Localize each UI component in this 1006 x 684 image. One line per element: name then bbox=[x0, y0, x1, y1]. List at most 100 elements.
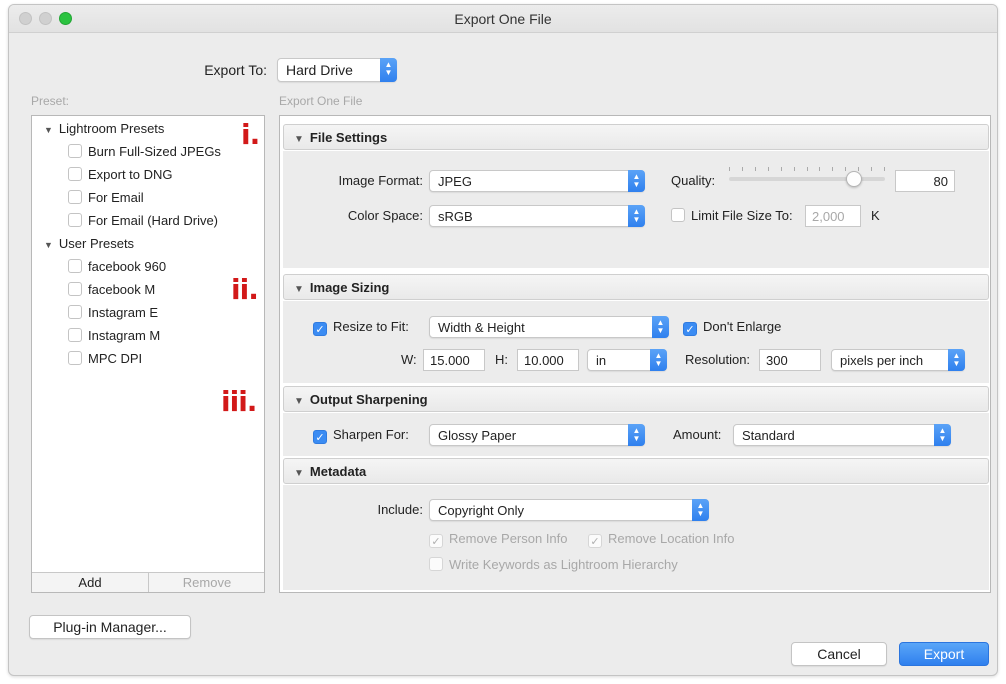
output-sharpening-header[interactable]: ▼ Output Sharpening bbox=[283, 386, 989, 412]
checkbox[interactable] bbox=[68, 167, 82, 181]
image-sizing-body: ✓ Resize to Fit: Width & Height ▲ ▼ ✓ Don't… bbox=[283, 301, 989, 383]
height-label: H: bbox=[495, 352, 508, 367]
slider-thumb[interactable] bbox=[846, 171, 862, 187]
window-title: Export One File bbox=[454, 11, 552, 27]
preset-heading: Preset: bbox=[31, 94, 70, 108]
annotation-iii: iii. bbox=[221, 385, 257, 418]
checkmark-icon[interactable]: ✓ bbox=[313, 322, 327, 336]
checkbox[interactable] bbox=[68, 190, 82, 204]
preset-item[interactable]: Burn Full-Sized JPEGs bbox=[68, 144, 221, 159]
resolution-label: Resolution: bbox=[685, 352, 751, 367]
slider-tick bbox=[742, 167, 743, 171]
dont-enlarge-checkbox[interactable]: ✓ Don't Enlarge bbox=[683, 319, 781, 336]
export-to-label: Export To: bbox=[204, 62, 267, 78]
checkbox[interactable] bbox=[671, 208, 685, 222]
checkmark-icon[interactable]: ✓ bbox=[588, 534, 602, 548]
write-keywords-checkbox[interactable]: Write Keywords as Lightroom Hierarchy bbox=[429, 557, 678, 572]
quality-field[interactable]: 80 bbox=[895, 170, 955, 192]
cancel-button[interactable]: Cancel bbox=[791, 642, 887, 666]
checkbox[interactable] bbox=[68, 328, 82, 342]
limit-unit-label: K bbox=[871, 208, 880, 223]
checkmark-icon[interactable]: ✓ bbox=[683, 322, 697, 336]
height-field[interactable]: 10.000 bbox=[517, 349, 579, 371]
preset-item[interactable]: Instagram E bbox=[68, 305, 158, 320]
add-preset-button[interactable]: Add bbox=[32, 573, 149, 592]
disclosure-triangle-icon: ▼ bbox=[294, 284, 304, 295]
amount-label: Amount: bbox=[673, 427, 722, 442]
file-settings-header[interactable]: ▼ File Settings bbox=[283, 124, 989, 150]
preset-item[interactable]: For Email (Hard Drive) bbox=[68, 213, 218, 228]
sharpen-for-select[interactable]: Glossy Paper ▲ ▼ bbox=[429, 424, 645, 446]
checkbox[interactable] bbox=[68, 213, 82, 227]
resize-mode-select[interactable]: Width & Height ▲ ▼ bbox=[429, 316, 669, 338]
resolution-field[interactable]: 300 bbox=[759, 349, 821, 371]
export-to-select[interactable]: Hard Drive ▲ ▼ bbox=[277, 58, 397, 82]
metadata-header[interactable]: ▼ Metadata bbox=[283, 458, 989, 484]
color-space-label: Color Space: bbox=[347, 208, 423, 223]
updown-chevron-icon: ▲ ▼ bbox=[628, 424, 645, 446]
annotation-ii: ii. bbox=[231, 273, 259, 306]
updown-chevron-icon: ▲ ▼ bbox=[628, 170, 645, 192]
color-space-select[interactable]: sRGB ▲ ▼ bbox=[429, 205, 645, 227]
checkmark-icon[interactable]: ✓ bbox=[429, 534, 443, 548]
size-unit-select[interactable]: in ▲ ▼ bbox=[587, 349, 667, 371]
include-label: Include: bbox=[377, 502, 423, 517]
quality-label: Quality: bbox=[671, 173, 716, 188]
include-select[interactable]: Copyright Only ▲ ▼ bbox=[429, 499, 709, 521]
remove-location-info-checkbox[interactable]: ✓ Remove Location Info bbox=[588, 531, 734, 548]
metadata-body: Include: Copyright Only ▲ ▼ ✓ Remove Perso… bbox=[283, 485, 989, 590]
updown-chevron-icon: ▲ ▼ bbox=[692, 499, 709, 521]
updown-chevron-icon: ▲ ▼ bbox=[650, 349, 667, 371]
image-format-label: Image Format: bbox=[338, 173, 423, 188]
limit-file-size-checkbox[interactable]: Limit File Size To: bbox=[671, 208, 793, 223]
preset-item[interactable]: MPC DPI bbox=[68, 351, 142, 366]
checkbox[interactable] bbox=[68, 351, 82, 365]
updown-chevron-icon: ▲ ▼ bbox=[628, 205, 645, 227]
limit-file-size-field[interactable]: 2,000 bbox=[805, 205, 861, 227]
slider-tick bbox=[858, 167, 859, 171]
slider-ticks bbox=[729, 167, 885, 173]
title-bar: Export One File bbox=[9, 5, 997, 33]
amount-select[interactable]: Standard ▲ ▼ bbox=[733, 424, 951, 446]
preset-item[interactable]: facebook 960 bbox=[68, 259, 166, 274]
main-heading: Export One File bbox=[279, 94, 363, 108]
checkbox[interactable] bbox=[68, 259, 82, 273]
image-format-select[interactable]: JPEG ▲ ▼ bbox=[429, 170, 645, 192]
preset-item[interactable]: Instagram M bbox=[68, 328, 160, 343]
slider-tick bbox=[884, 167, 885, 171]
preset-button-row: Add Remove bbox=[32, 572, 264, 592]
slider-tick bbox=[871, 167, 872, 171]
preset-item[interactable]: For Email bbox=[68, 190, 144, 205]
updown-chevron-icon: ▲ ▼ bbox=[948, 349, 965, 371]
checkbox[interactable] bbox=[429, 557, 443, 571]
slider-tick bbox=[819, 167, 820, 171]
group-lightroom-presets[interactable]: ▼ Lightroom Presets bbox=[44, 121, 164, 136]
width-label: W: bbox=[401, 352, 417, 367]
checkbox[interactable] bbox=[68, 305, 82, 319]
file-settings-body: Image Format: JPEG ▲ ▼ Quality: 80 Color … bbox=[283, 151, 989, 268]
image-sizing-header[interactable]: ▼ Image Sizing bbox=[283, 274, 989, 300]
remove-person-info-checkbox[interactable]: ✓ Remove Person Info bbox=[429, 531, 568, 548]
quality-slider[interactable] bbox=[729, 167, 885, 191]
checkbox[interactable] bbox=[68, 282, 82, 296]
remove-preset-button[interactable]: Remove bbox=[150, 573, 264, 592]
preset-list: ▼ Lightroom Presets Burn Full-Sized JPEGs… bbox=[31, 115, 265, 593]
updown-chevron-icon: ▲ ▼ bbox=[652, 316, 669, 338]
resize-to-fit-checkbox[interactable]: ✓ Resize to Fit: bbox=[313, 319, 409, 336]
disclosure-triangle-icon: ▼ bbox=[294, 134, 304, 145]
preset-item[interactable]: facebook M bbox=[68, 282, 155, 297]
preset-item[interactable]: Export to DNG bbox=[68, 167, 173, 182]
export-button[interactable]: Export bbox=[899, 642, 989, 666]
slider-tick bbox=[832, 167, 833, 171]
annotation-i: i. bbox=[241, 118, 260, 151]
sharpen-for-checkbox[interactable]: ✓ Sharpen For: bbox=[313, 427, 409, 444]
resolution-unit-select[interactable]: pixels per inch ▲ ▼ bbox=[831, 349, 965, 371]
checkbox[interactable] bbox=[68, 144, 82, 158]
width-field[interactable]: 15.000 bbox=[423, 349, 485, 371]
plugin-manager-button[interactable]: Plug-in Manager... bbox=[29, 615, 191, 639]
output-sharpening-body: ✓ Sharpen For: Glossy Paper ▲ ▼ Amount: St… bbox=[283, 413, 989, 456]
group-user-presets[interactable]: ▼ User Presets bbox=[44, 236, 134, 251]
slider-tick bbox=[807, 167, 808, 171]
checkmark-icon[interactable]: ✓ bbox=[313, 430, 327, 444]
disclosure-triangle-icon: ▼ bbox=[44, 240, 53, 250]
